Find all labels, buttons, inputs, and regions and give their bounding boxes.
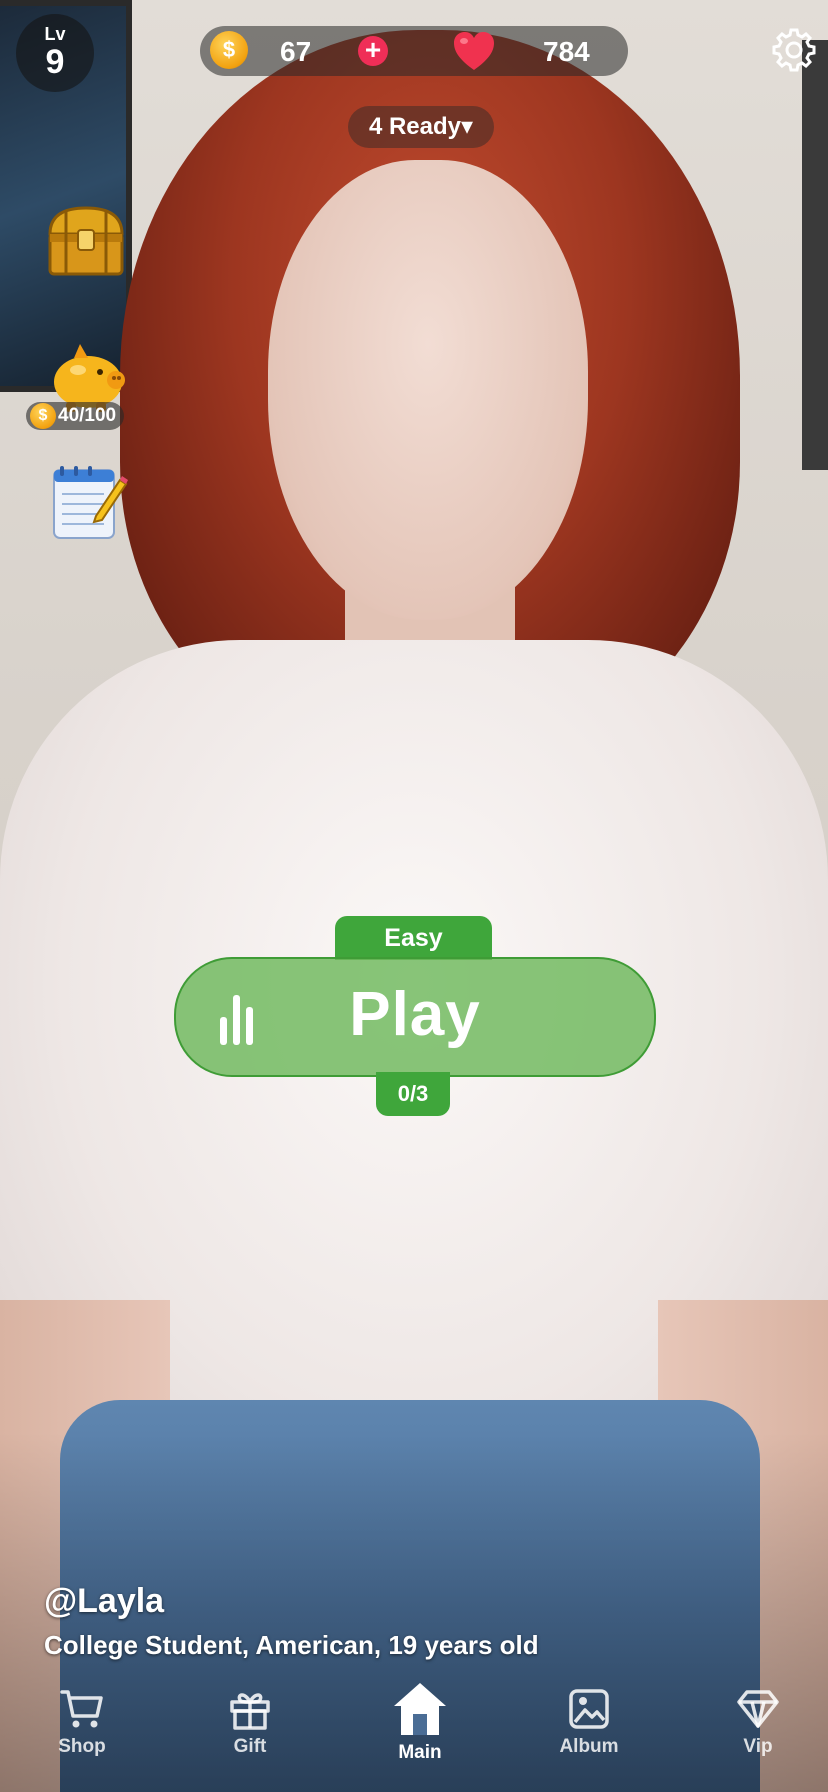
character-description: College Student, American, 19 years old xyxy=(44,1630,539,1660)
coin-icon: $ xyxy=(210,31,248,69)
play-button[interactable]: Play xyxy=(174,957,656,1077)
play-label: Play xyxy=(349,980,481,1049)
currency-bar: $ 67 + 784 xyxy=(200,26,628,76)
gift-icon xyxy=(230,1693,270,1730)
nav-gift[interactable]: Gift xyxy=(190,1680,310,1758)
treasure-chest-icon[interactable] xyxy=(44,198,128,282)
piggy-progress-text: 40/100 xyxy=(58,405,117,426)
mini-coin-icon: $ xyxy=(30,403,56,429)
nav-vip-label: Vip xyxy=(743,1736,773,1757)
task-notepad-icon[interactable] xyxy=(44,460,128,544)
piggy-progress-badge: $40/100 xyxy=(26,402,125,430)
ready-dropdown[interactable]: 4 Ready▾ xyxy=(348,106,494,148)
heart-count: 784 xyxy=(543,36,590,67)
nav-vip[interactable]: Vip xyxy=(698,1680,818,1758)
play-progress-counter: 0/3 xyxy=(376,1072,450,1116)
difficulty-tab[interactable]: Easy xyxy=(335,916,492,960)
nav-shop[interactable]: Shop xyxy=(22,1680,142,1758)
nav-album[interactable]: Album xyxy=(529,1680,649,1758)
nav-main-label: Main xyxy=(398,1742,442,1763)
home-icon xyxy=(394,1683,446,1735)
nav-gift-label: Gift xyxy=(233,1736,267,1757)
level-value: 9 xyxy=(45,43,65,81)
coin-count: 67 xyxy=(280,36,312,67)
diamond-icon xyxy=(737,1690,779,1728)
cart-icon xyxy=(60,1690,103,1728)
bottom-nav: Shop Gift Main Album Vip xyxy=(0,1680,828,1792)
settings-gear-icon[interactable] xyxy=(770,26,818,74)
level-badge[interactable]: Lv 9 xyxy=(16,14,94,92)
level-label: Lv xyxy=(44,24,66,44)
character-face xyxy=(268,160,588,620)
character-name: @Layla xyxy=(44,1582,165,1620)
add-coins-button[interactable]: + xyxy=(358,36,388,66)
album-icon xyxy=(569,1689,609,1729)
nav-album-label: Album xyxy=(559,1736,619,1757)
nav-shop-label: Shop xyxy=(58,1736,106,1757)
wall-painting-right xyxy=(802,40,828,470)
nav-main[interactable]: Main xyxy=(360,1680,480,1764)
heart-icon xyxy=(454,32,494,70)
